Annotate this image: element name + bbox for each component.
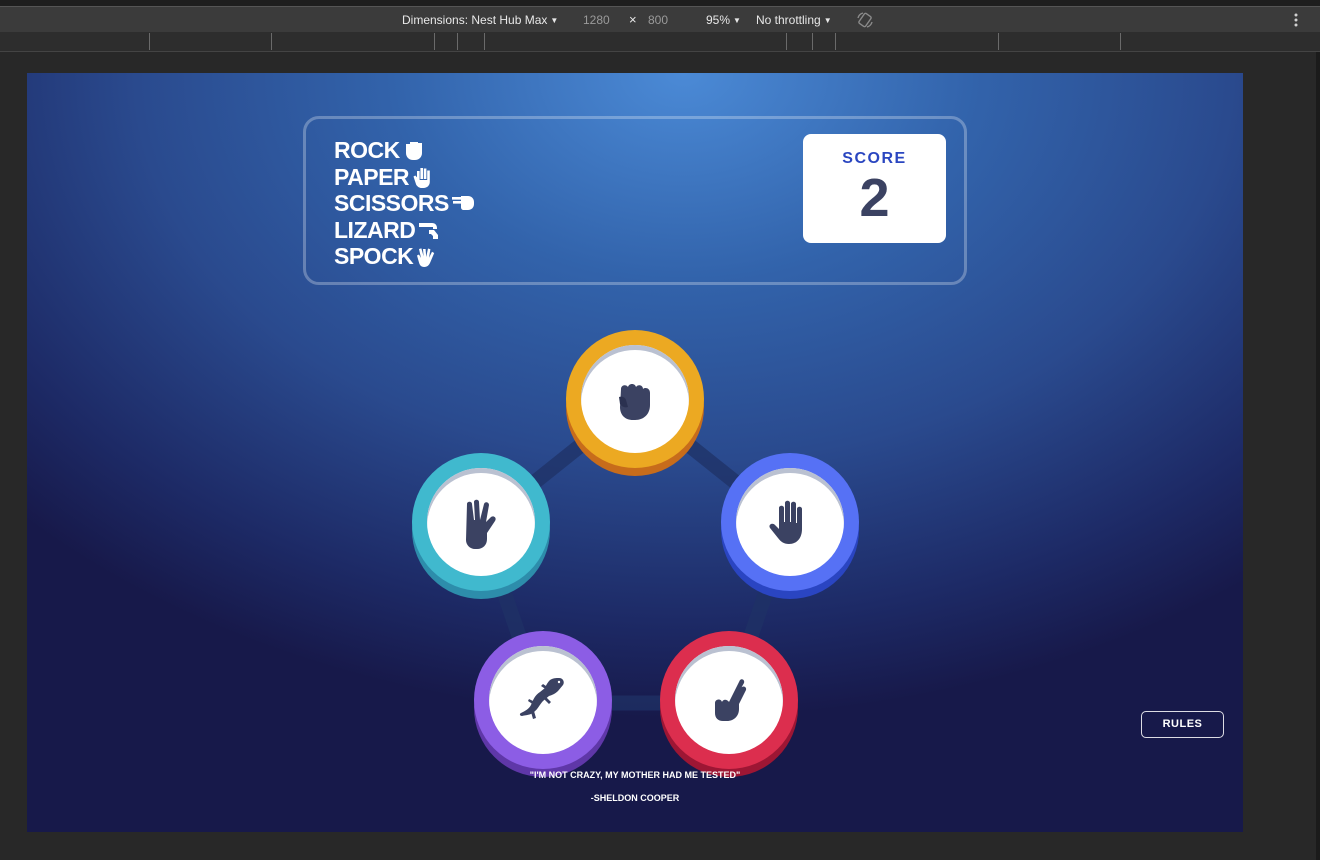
quote-author: -SHELDON COOPER <box>590 793 680 803</box>
breakpoint-marker[interactable] <box>149 33 150 50</box>
scissors-token[interactable] <box>660 631 798 779</box>
width-input[interactable]: 1280 <box>583 13 610 27</box>
times-sign: × <box>629 12 637 27</box>
more-vert-icon[interactable] <box>1290 11 1302 29</box>
lizard-token[interactable] <box>474 631 612 779</box>
breakpoint-marker[interactable] <box>434 33 435 50</box>
breakpoint-marker[interactable] <box>786 33 787 50</box>
lizard-inner <box>489 646 597 754</box>
height-input[interactable]: 800 <box>648 13 668 27</box>
devtools-scrollbar[interactable] <box>1316 52 1320 860</box>
zoom-value: 95% <box>706 13 731 27</box>
spock-icon <box>466 499 496 549</box>
device-selector[interactable]: Dimensions: Nest Hub Max ▼ <box>402 13 558 27</box>
rotate-icon[interactable] <box>856 11 874 29</box>
breakpoint-marker[interactable] <box>998 33 999 50</box>
rock-inner <box>581 345 689 453</box>
paper-icon <box>769 500 802 544</box>
rules-button[interactable]: RULES <box>1141 711 1224 738</box>
media-query-bar <box>0 32 1320 52</box>
rock-token[interactable] <box>566 330 704 478</box>
paper-token[interactable] <box>721 453 859 601</box>
spock-inner <box>427 468 535 576</box>
rock-icon <box>619 384 650 420</box>
breakpoint-marker[interactable] <box>1120 33 1121 50</box>
zoom-selector[interactable]: 95% ▼ <box>706 13 741 27</box>
breakpoint-marker[interactable] <box>271 33 272 50</box>
lizard-icon <box>519 678 564 719</box>
scissors-icon <box>715 679 747 721</box>
scissors-inner <box>675 646 783 754</box>
breakpoint-marker[interactable] <box>835 33 836 50</box>
breakpoint-marker[interactable] <box>812 33 813 50</box>
paper-inner <box>736 468 844 576</box>
chevron-down-icon: ▼ <box>550 16 559 25</box>
spock-token[interactable] <box>412 453 550 601</box>
chevron-down-icon: ▼ <box>733 16 741 25</box>
throttling-selector[interactable]: No throttling ▼ <box>756 13 832 27</box>
breakpoint-marker[interactable] <box>484 33 485 50</box>
quote-text: "I'M NOT CRAZY, MY MOTHER HAD ME TESTED" <box>529 770 741 780</box>
breakpoint-marker[interactable] <box>457 33 458 50</box>
chevron-down-icon: ▼ <box>823 16 832 25</box>
throttling-value: No throttling <box>756 13 821 27</box>
device-label: Dimensions: Nest Hub Max <box>402 13 548 27</box>
devtools-device-toolbar: Dimensions: Nest Hub Max ▼ 1280 × 800 95%… <box>0 6 1320 32</box>
game-viewport: ROCK PAPER SCISSORS LIZARD SPOCK SCORE 2… <box>27 73 1243 832</box>
